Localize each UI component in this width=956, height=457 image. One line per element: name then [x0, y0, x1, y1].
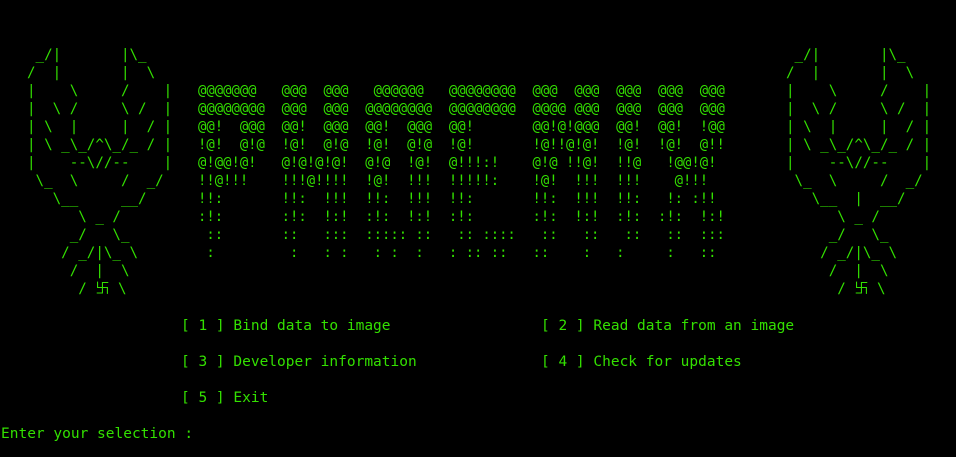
terminal-window: _/| |\_ / | | \ | \ / | | \ / \ / | | \ … — [0, 0, 956, 457]
menu-option-check-updates[interactable]: [ 4 ] Check for updates — [541, 353, 742, 371]
selection-prompt: Enter your selection : — [1, 425, 502, 443]
menu-option-exit[interactable]: [ 5 ] Exit — [181, 389, 268, 407]
right-emblem-art: _/| |\_ / | | \ | \ / | | \ / \ / | | \ … — [786, 47, 932, 297]
menu-option-read-data[interactable]: [ 2 ] Read data from an image — [541, 317, 794, 335]
menu-option-developer-info[interactable]: [ 3 ] Developer information — [181, 353, 417, 371]
title-banner-art: @@@@@@@ @@@ @@@ @@@@@@ @@@@@@@@ @@@ @@@ … — [198, 83, 725, 261]
left-emblem-art: _/| |\_ / | | \ | \ / | | \ / \ / | | \ … — [27, 47, 173, 297]
prompt-label: Enter your selection : — [1, 426, 202, 442]
selection-input[interactable] — [202, 425, 502, 441]
menu-option-bind-data[interactable]: [ 1 ] Bind data to image — [181, 317, 391, 335]
